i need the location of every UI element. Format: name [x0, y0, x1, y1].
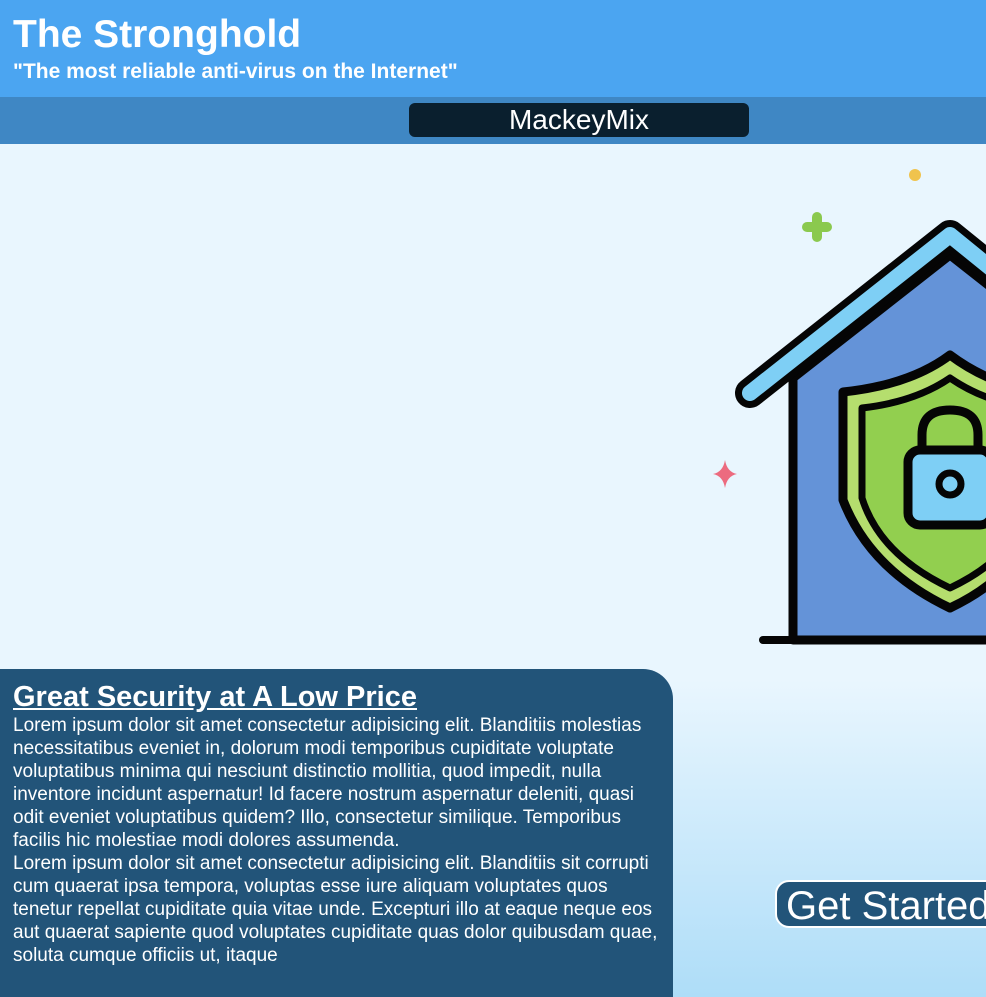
get-started-button[interactable]: Get Started — [775, 880, 986, 928]
card-paragraph-1: Lorem ipsum dolor sit amet consectetur a… — [13, 715, 642, 851]
yellow-dot-icon — [909, 169, 921, 181]
green-plus-icon — [802, 212, 832, 242]
house-shield-lock-icon — [700, 160, 986, 650]
card-body: Lorem ipsum dolor sit amet consectetur a… — [13, 714, 661, 967]
pink-sparkle-icon — [713, 460, 737, 488]
brand-link[interactable]: MackeyMix — [409, 103, 749, 137]
lock-keyhole — [935, 469, 965, 499]
site-header: The Stronghold "The most reliable anti-v… — [0, 0, 986, 97]
card-paragraph-2: Lorem ipsum dolor sit amet consectetur a… — [13, 853, 658, 966]
navbar: MackeyMix — [0, 97, 986, 144]
info-card: Great Security at A Low Price Lorem ipsu… — [0, 669, 673, 997]
card-heading: Great Security at A Low Price — [13, 681, 417, 713]
site-title: The Stronghold — [13, 13, 302, 56]
site-tagline: "The most reliable anti-virus on the Int… — [13, 60, 458, 83]
